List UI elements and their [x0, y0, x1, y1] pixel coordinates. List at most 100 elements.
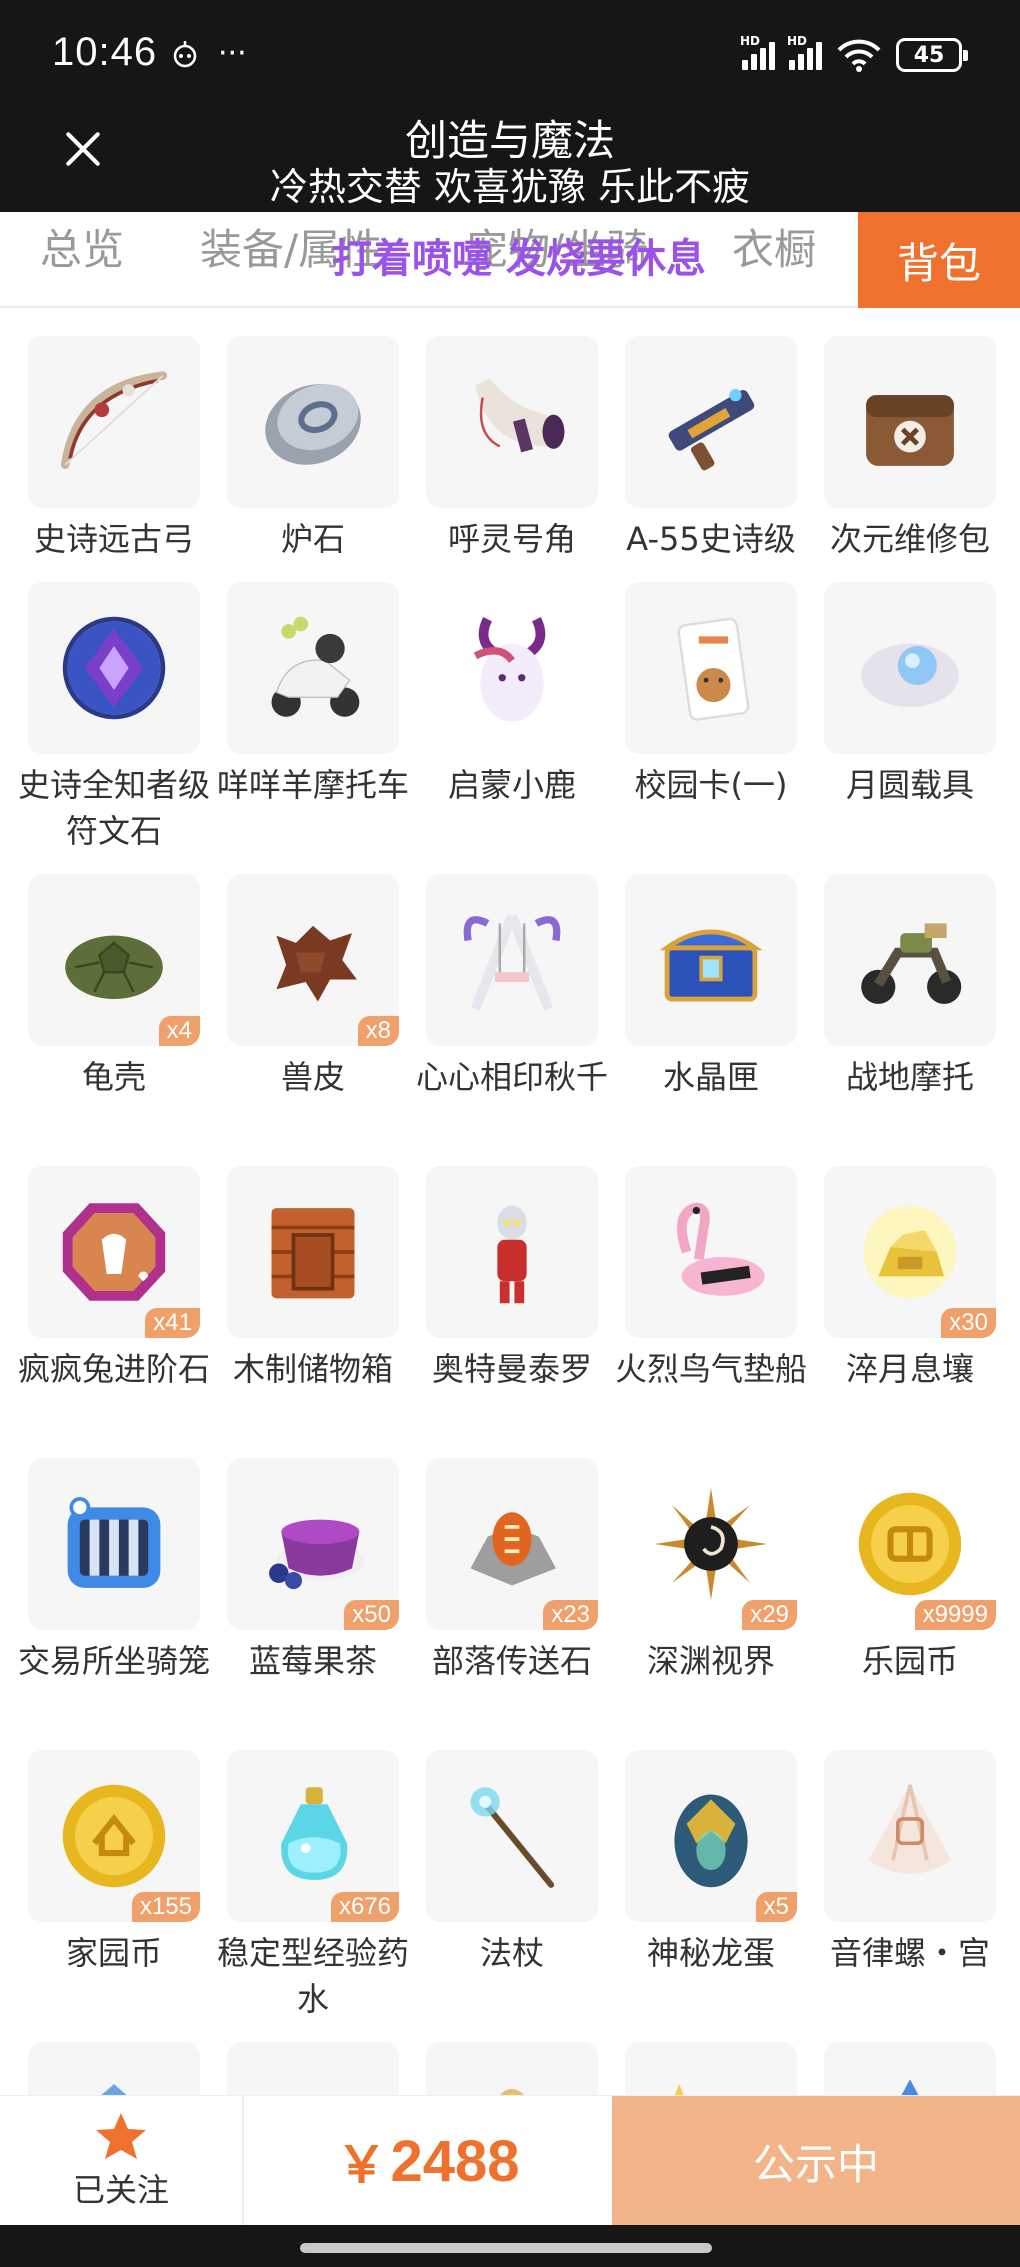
gun-icon	[668, 389, 755, 471]
item-thumbnail[interactable]	[426, 1166, 598, 1338]
grid-item[interactable]: 交易所坐骑笼	[18, 1458, 210, 1684]
bottom-action-bar: 已关注 ￥ 2488 公示中	[0, 2095, 1020, 2226]
grid-item[interactable]: x155 家园币	[28, 1750, 200, 1976]
item-thumbnail[interactable]	[824, 582, 996, 754]
item-thumbnail[interactable]	[824, 874, 996, 1046]
item-thumbnail[interactable]: x50	[227, 1458, 399, 1630]
publicity-status-button[interactable]: 公示中	[612, 2096, 1020, 2226]
tab-bar: 总览 装备/属性 宠物/坐骑 衣橱 背包 打着喷嚏 发烧要休息	[0, 212, 1020, 308]
grid-item[interactable]: 史诗全知者级符文石	[18, 582, 210, 854]
item-name: 乐园币	[861, 1642, 958, 1680]
grid-item[interactable]: x29 深渊视界	[625, 1458, 797, 1684]
hd-label-2: HD	[787, 34, 808, 48]
item-thumbnail[interactable]	[824, 1750, 996, 1922]
swing-icon	[463, 914, 561, 1011]
item-thumbnail[interactable]	[426, 1750, 598, 1922]
item-thumbnail[interactable]: x29	[625, 1458, 797, 1630]
item-thumbnail[interactable]: x8	[227, 874, 399, 1046]
grid-item[interactable]: x676 稳定型经验药水	[217, 1750, 409, 2022]
grid-item[interactable]: 奥特曼泰罗	[426, 1166, 598, 1392]
item-thumbnail[interactable]: x30	[824, 1166, 996, 1338]
item-thumbnail[interactable]: x41	[28, 1166, 200, 1338]
item-thumbnail[interactable]	[227, 336, 399, 508]
item-thumbnail[interactable]	[227, 582, 399, 754]
item-thumbnail[interactable]	[426, 874, 598, 1046]
grid-item[interactable]: A-55史诗级	[625, 336, 797, 562]
grid-item[interactable]: x8 兽皮	[227, 874, 399, 1100]
grid-item[interactable]: 次元维修包	[824, 336, 996, 562]
gold-soil-icon	[863, 1205, 957, 1299]
staff-icon	[470, 1787, 555, 1888]
item-thumbnail[interactable]	[625, 874, 797, 1046]
home-indicator[interactable]	[300, 2243, 712, 2253]
item-thumbnail[interactable]: x4	[28, 874, 200, 1046]
grid-item[interactable]: 咩咩羊摩托车	[217, 582, 409, 808]
quantity-badge: x9999	[914, 1600, 996, 1630]
grid-item[interactable]: 呼灵号角	[426, 336, 598, 562]
item-thumbnail[interactable]	[625, 582, 797, 754]
grid-item[interactable]: x23 部落传送石	[426, 1458, 598, 1684]
item-thumbnail[interactable]	[28, 1458, 200, 1630]
wooden-box-icon	[271, 1208, 355, 1299]
item-thumbnail[interactable]: x676	[227, 1750, 399, 1922]
grid-item[interactable]: 法杖	[426, 1750, 598, 1976]
grid-item[interactable]: x50 蓝莓果茶	[227, 1458, 399, 1684]
item-name: 音律螺・宫	[829, 1934, 990, 1972]
item-thumbnail[interactable]	[426, 582, 598, 754]
item-thumbnail[interactable]: x155	[28, 1750, 200, 1922]
turtle-shell-icon	[65, 935, 163, 1000]
currency-symbol: ￥	[336, 2137, 387, 2193]
quantity-badge: x4	[158, 1016, 200, 1046]
item-name: 咩咩羊摩托车	[216, 766, 409, 804]
item-thumbnail[interactable]: x23	[426, 1458, 598, 1630]
grid-item[interactable]: x4 龟壳	[28, 874, 200, 1100]
grid-item[interactable]: 木制储物箱	[227, 1166, 399, 1392]
item-thumbnail[interactable]	[426, 336, 598, 508]
quantity-badge: x5	[755, 1892, 797, 1922]
conch-icon	[868, 1784, 952, 1874]
tab-bag[interactable]: 背包	[858, 212, 1020, 308]
grid-item[interactable]: 心心相印秋千	[416, 874, 608, 1100]
tab-overview[interactable]: 总览	[40, 198, 124, 294]
tab-wardrobe[interactable]: 衣橱	[732, 198, 816, 294]
grid-item[interactable]: 炉石	[227, 336, 399, 562]
dragon-egg-icon	[674, 1794, 748, 1888]
item-name: 木制储物箱	[232, 1350, 393, 1388]
grid-item[interactable]: x5 神秘龙蛋	[625, 1750, 797, 1976]
item-thumbnail[interactable]: x5	[625, 1750, 797, 1922]
battle-motorbike-icon	[861, 923, 962, 1004]
teleport-stone-icon	[470, 1512, 556, 1586]
grid-item[interactable]: 校园卡(一)	[625, 582, 797, 808]
grid-item[interactable]: 战地摩托	[824, 874, 996, 1100]
item-name: 兽皮	[280, 1058, 345, 1096]
item-name: A-55史诗级	[626, 520, 796, 558]
item-name: 神秘龙蛋	[646, 1934, 775, 1972]
item-thumbnail[interactable]	[625, 1166, 797, 1338]
item-name: 家园币	[65, 1934, 162, 1972]
grid-item[interactable]: 音律螺・宫	[824, 1750, 996, 1976]
follow-button[interactable]: 已关注	[0, 2096, 244, 2226]
hearthstone-icon	[265, 384, 361, 465]
grid-item[interactable]: 史诗远古弓	[28, 336, 200, 562]
page-title: 创造与魔法	[404, 116, 615, 165]
grid-item[interactable]: 火烈鸟气垫船	[615, 1166, 807, 1392]
item-name: 次元维修包	[829, 520, 990, 558]
item-name: 史诗全知者级符文石	[17, 766, 210, 850]
star-icon	[96, 2113, 146, 2159]
grid-item[interactable]: x30 淬月息壤	[824, 1166, 996, 1392]
grid-item[interactable]: 启蒙小鹿	[426, 582, 598, 808]
grid-item[interactable]: 月圆载具	[824, 582, 996, 808]
grid-item[interactable]: x41 疯疯兔进阶石	[18, 1166, 210, 1392]
item-name: 蓝莓果茶	[248, 1642, 377, 1680]
item-thumbnail[interactable]	[28, 336, 200, 508]
grid-item[interactable]: 水晶匣	[625, 874, 797, 1100]
grid-item[interactable]: x9999 乐园币	[824, 1458, 996, 1684]
item-thumbnail[interactable]	[625, 336, 797, 508]
item-thumbnail[interactable]	[227, 1166, 399, 1338]
item-name: 呼灵号角	[447, 520, 576, 558]
item-thumbnail[interactable]	[28, 582, 200, 754]
item-thumbnail[interactable]	[824, 336, 996, 508]
item-thumbnail[interactable]: x9999	[824, 1458, 996, 1630]
home-coin-icon	[62, 1784, 166, 1888]
follow-label: 已关注	[72, 2171, 169, 2209]
